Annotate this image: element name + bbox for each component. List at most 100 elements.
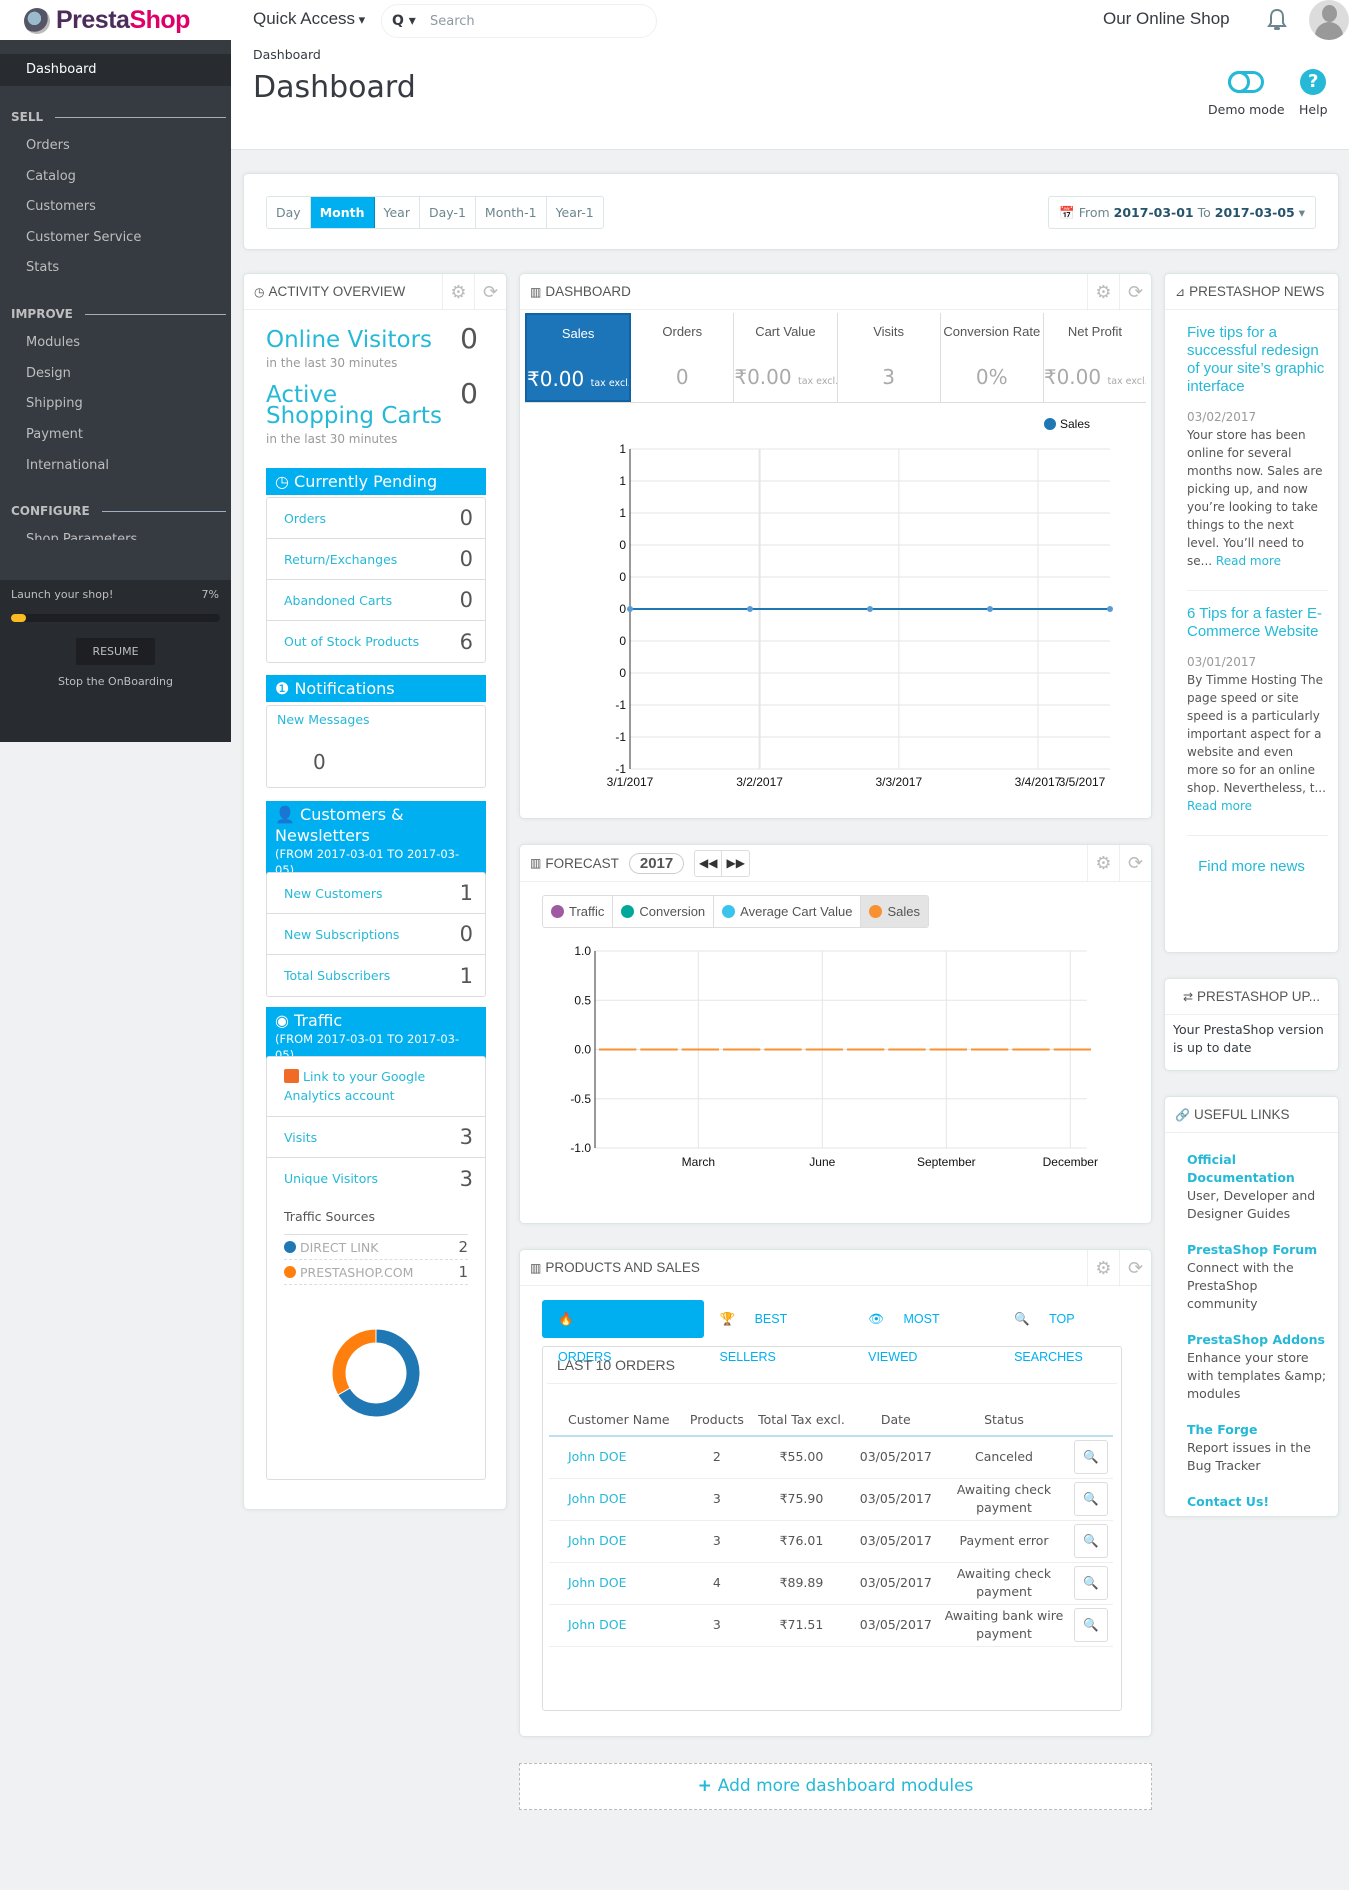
sidebar-item-international[interactable]: International [26,458,109,473]
notifications-bell-icon[interactable] [1266,8,1288,32]
news-item-title[interactable]: Five tips for a successful redesign of y… [1187,324,1328,396]
configure-gear-icon[interactable]: ⚙ [1087,274,1119,310]
sales-data-point[interactable] [1107,606,1113,612]
google-analytics-link[interactable]: Link to your Google Analytics account [267,1057,485,1117]
sidebar-item-payment[interactable]: Payment [26,427,83,442]
period-button-month[interactable]: Month [310,197,375,228]
period-button-year[interactable]: Year [375,197,420,228]
tab-recent-orders[interactable]: 🔥 Recent Orders [542,1300,704,1364]
tab-most-viewed[interactable]: 👁 Most Viewed [852,1300,998,1364]
stop-onboarding-link[interactable]: Stop the OnBoarding [0,675,231,688]
customers-link[interactable]: New Customers [284,886,382,901]
next-year-icon[interactable]: ▶▶ [722,851,749,876]
refresh-icon[interactable]: ⟳ [1119,1250,1151,1286]
period-button-year-1[interactable]: Year-1 [547,197,603,228]
pending-link[interactable]: Out of Stock Products [284,634,419,649]
period-button-day[interactable]: Day [267,197,311,228]
sidebar-item-shipping[interactable]: Shipping [26,396,83,411]
tab-top-searches[interactable]: 🔍 Top Searches [998,1300,1151,1364]
sales-data-point[interactable] [747,606,753,612]
sidebar-item-design[interactable]: Design [26,366,71,381]
kpi-sales[interactable]: Sales ₹0.00 tax excl. [525,313,632,402]
forecast-tab-traffic[interactable]: Traffic [543,896,614,927]
traffic-link[interactable]: Visits [284,1130,317,1145]
refresh-icon[interactable]: ⟳ [1119,274,1151,310]
view-order-search-icon[interactable]: 🔍 [1074,1524,1108,1558]
refresh-icon[interactable]: ⟳ [474,274,506,310]
view-order-search-icon[interactable]: 🔍 [1074,1440,1108,1475]
forecast-tab-conversion[interactable]: Conversion [613,896,715,927]
order-customer-link[interactable]: John DOE [549,1478,684,1521]
forecast-tab-sales[interactable]: Sales [861,896,928,927]
useful-link[interactable]: Contact Us! [1187,1493,1328,1511]
view-order-search-icon[interactable]: 🔍 [1074,1482,1108,1516]
prestashop-logo[interactable]: PrestaShop [24,6,190,35]
kpi-conversion-rate[interactable]: Conversion Rate 0% [941,313,1044,402]
pending-link[interactable]: Orders [284,511,326,526]
sidebar-item-customers[interactable]: Customers [26,199,96,214]
sidebar-item-customer-service[interactable]: Customer Service [26,230,141,245]
online-visitors-label[interactable]: Online Visitors [266,329,432,352]
quick-access-dropdown[interactable]: Quick Access [253,9,365,29]
sidebar-item-modules[interactable]: Modules [26,335,80,350]
order-products: 3 [683,1478,751,1521]
order-customer-link[interactable]: John DOE [549,1604,684,1647]
shop-name-link[interactable]: Our Online Shop [1103,9,1230,29]
pending-link[interactable]: Return/Exchanges [284,552,397,567]
y-tick-label: -1.0 [570,1141,591,1155]
order-customer-link[interactable]: John DOE [549,1562,684,1605]
sidebar-item-catalog[interactable]: Catalog [26,169,76,184]
resume-button[interactable]: RESUME [76,638,155,665]
useful-link[interactable]: Official Documentation [1187,1151,1328,1187]
order-customer-link[interactable]: John DOE [549,1436,684,1479]
configure-gear-icon[interactable]: ⚙ [1087,845,1119,881]
configure-gear-icon[interactable]: ⚙ [442,274,474,310]
exclamation-icon: ❶ [275,679,295,698]
employee-avatar[interactable] [1309,0,1349,40]
active-carts-label[interactable]: Active Shopping Carts [266,384,446,428]
news-item-title[interactable]: 6 Tips for a faster E-Commerce Website [1187,605,1328,641]
forecast-tab-average-cart-value[interactable]: Average Cart Value [714,896,862,927]
kpi-cart-value[interactable]: Cart Value ₹0.00 tax excl. [734,313,838,402]
sidebar-item-orders[interactable]: Orders [26,138,70,153]
sidebar-item-dashboard[interactable]: Dashboard [0,54,231,86]
refresh-icon[interactable]: ⟳ [1119,845,1151,881]
sales-data-point[interactable] [987,606,993,612]
breadcrumb[interactable]: Dashboard [253,47,321,62]
help-button[interactable]: ? Help [1299,64,1328,117]
period-button-month-1[interactable]: Month-1 [476,197,547,228]
order-customer-link[interactable]: John DOE [549,1520,684,1563]
view-order-search-icon[interactable]: 🔍 [1074,1566,1108,1600]
sales-data-point[interactable] [627,606,633,612]
configure-gear-icon[interactable]: ⚙ [1087,1250,1119,1286]
traffic-link[interactable]: Unique Visitors [284,1171,378,1186]
sales-data-point[interactable] [867,606,873,612]
sidebar-item-stats[interactable]: Stats [26,260,59,275]
sidebar-item-shop-parameters[interactable]: Shop Parameters [26,532,137,540]
previous-year-icon[interactable]: ◀◀ [695,850,723,876]
forecast-panel: ▥ Forecast 2017 ◀◀ ▶▶ ⚙ ⟳ Traffic Conversio… [519,844,1152,1224]
add-dashboard-modules-button[interactable]: + Add more dashboard modules [519,1763,1152,1810]
view-order-search-icon[interactable]: 🔍 [1074,1608,1108,1642]
read-more-link[interactable]: Read more [1187,799,1252,813]
find-more-news-link[interactable]: Find more news [1165,858,1338,875]
useful-link[interactable]: The Forge [1187,1421,1328,1439]
pending-value: 6 [459,629,473,654]
useful-link[interactable]: PrestaShop Addons [1187,1331,1328,1349]
kpi-net-profit[interactable]: Net Profit ₹0.00 tax excl. [1044,313,1146,402]
customers-link[interactable]: Total Subscribers [284,968,390,983]
date-range-picker[interactable]: 📅 From 2017-03-01 To 2017-03-05 ▾ [1048,196,1316,229]
search-type-dropdown[interactable]: Q ▾ [392,13,422,29]
kpi-visits[interactable]: Visits 3 [838,313,941,402]
tab-best-sellers[interactable]: 🏆 Best Sellers [704,1300,853,1364]
search-input[interactable] [430,13,630,29]
demo-mode-toggle[interactable]: Demo mode [1208,64,1285,117]
useful-link[interactable]: PrestaShop Forum [1187,1241,1328,1259]
new-messages-link[interactable]: New Messages [277,712,370,727]
x-tick-label: March [682,1155,715,1169]
pending-link[interactable]: Abandoned Carts [284,593,392,608]
customers-link[interactable]: New Subscriptions [284,927,399,942]
read-more-link[interactable]: Read more [1216,554,1281,568]
kpi-orders[interactable]: Orders 0 [631,313,735,402]
period-button-day-1[interactable]: Day-1 [420,197,476,228]
